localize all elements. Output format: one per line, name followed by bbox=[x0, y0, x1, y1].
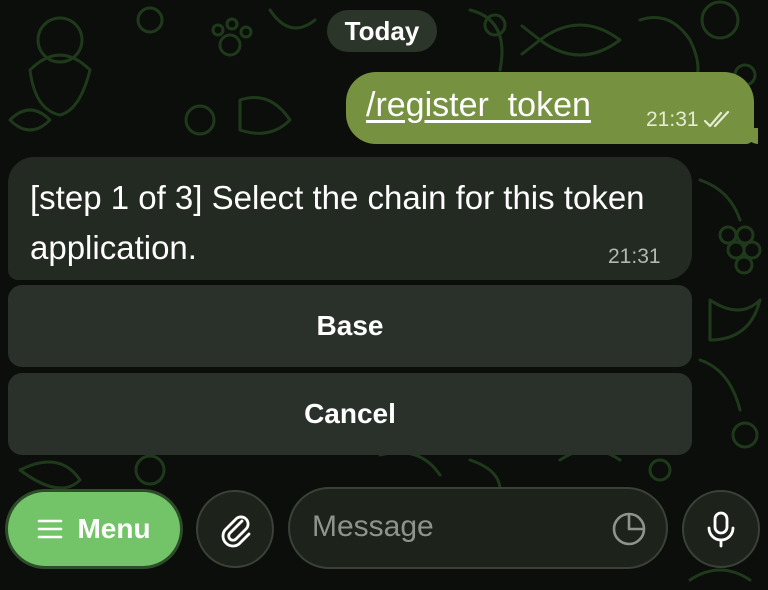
outgoing-message-bubble[interactable]: /register_token 21:31 bbox=[346, 72, 754, 144]
hamburger-icon bbox=[38, 519, 63, 539]
voice-message-button[interactable] bbox=[682, 490, 760, 568]
inline-button-base[interactable]: Base bbox=[8, 285, 692, 367]
attach-button[interactable] bbox=[196, 490, 274, 568]
outgoing-message-meta: 21:31 bbox=[646, 108, 731, 132]
microphone-icon bbox=[707, 511, 735, 548]
sticker-icon[interactable] bbox=[610, 510, 648, 548]
outgoing-message-time: 21:31 bbox=[646, 108, 699, 131]
incoming-message-time: 21:31 bbox=[608, 245, 661, 268]
message-field[interactable] bbox=[288, 487, 668, 569]
register-token-command-link[interactable]: /register_token bbox=[366, 86, 591, 125]
incoming-message-bubble: [step 1 of 3] Select the chain for this … bbox=[8, 157, 692, 280]
message-input[interactable] bbox=[312, 505, 592, 549]
menu-label: Menu bbox=[77, 513, 151, 544]
menu-button[interactable]: Menu bbox=[8, 492, 180, 566]
date-separator: Today bbox=[327, 10, 437, 52]
paperclip-icon bbox=[221, 515, 251, 548]
double-check-icon bbox=[703, 111, 729, 128]
inline-button-cancel[interactable]: Cancel bbox=[8, 373, 692, 455]
incoming-message-text: [step 1 of 3] Select the chain for this … bbox=[30, 179, 645, 266]
